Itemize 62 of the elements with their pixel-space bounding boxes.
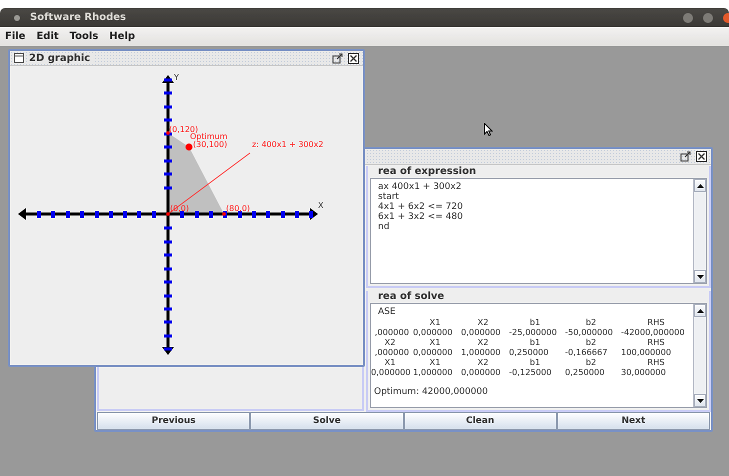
point-label: z: 400x1 + 300x2 [252,140,324,149]
panel-legend: rea of solve [370,291,707,303]
point-label: (80,0) [226,204,250,213]
table-cell-text: -0,125000 [509,367,553,377]
table-cell-text: ,000000 [374,327,409,337]
table-header: X2 [476,317,490,327]
expression-line: start [377,192,400,202]
axis-label: X [318,201,324,210]
table-header: X1 [384,357,396,367]
expression-line: 4x1 + 6x2 <= 720 [377,202,464,212]
table-cell-text: 0,000000 [413,327,454,337]
table-header: b1 [528,337,542,347]
table-header: X2 [476,357,490,367]
table-header: X1 [428,317,442,327]
table-cell-text: -42000,000000 [621,327,686,337]
expression-line: ax 400x1 + 300x2 [377,182,462,192]
menu-item[interactable]: Tools [68,31,100,42]
point-label: Optimum [190,132,228,141]
table-header: RHS [646,337,666,347]
table-header: b2 [584,317,598,327]
table-header: b2 [584,337,598,347]
table-header: b1 [528,357,542,367]
expression-line: nd [377,222,390,232]
table-cell-text: 1,000000 [461,347,502,357]
table-cell-text: 100,000000 [621,347,672,357]
expression-line: 6x1 + 3x2 <= 480 [377,212,464,222]
menu-item[interactable]: Help [107,31,138,42]
table-cell-text: 1,000000 [413,367,454,377]
table-cell-text: 0,250000 [565,367,606,377]
output-line: Optimum: 42000,000000 [373,387,489,397]
table-header: X2 [384,337,396,347]
expression-text-area[interactable]: ax 400x1 + 300x2 start 4x1 + 6x2 <= 720 6x1 + 3x2 <= 480 nd [370,178,707,284]
nav-button[interactable]: Solve [250,412,404,430]
table-cell-text: 0,000000 [461,327,502,337]
table-cell-text: 0,000000 [413,347,454,357]
panel-legend: rea of expression [370,166,707,178]
nav-button[interactable]: Clean [404,412,557,430]
frame-title: 2D graphic [29,52,94,64]
table-cell-text: ,000000 [374,347,409,357]
table-cell-text: -0,166667 [565,347,609,357]
axis-label: Y [174,73,179,82]
menu-item[interactable]: File [3,31,28,42]
table-header: RHS [646,357,666,367]
table-header: X1 [428,337,442,347]
table-header: RHS [646,317,666,327]
point-label: (0,120) [169,125,198,134]
nav-button[interactable]: Previous [97,412,250,430]
table-header: X1 [428,357,442,367]
table-cell-text: 0,000000 [461,367,502,377]
table-cell-text: -25,000000 [509,327,558,337]
point-label: (30,100) [193,140,228,149]
table-header: b2 [584,357,598,367]
menu-item[interactable]: Edit [34,31,61,42]
table-cell-text: 0,250000 [509,347,550,357]
table-cell-text: -50,000000 [565,327,614,337]
output-line: ASE [377,307,397,317]
window-title: Software Rhodes [30,12,126,23]
table-header: b1 [528,317,542,327]
table-header: X2 [476,337,490,347]
table-cell: 0,000000 [371,367,409,377]
nav-button[interactable]: Next [556,412,710,430]
table-cell-text: 30,000000 [621,367,667,377]
